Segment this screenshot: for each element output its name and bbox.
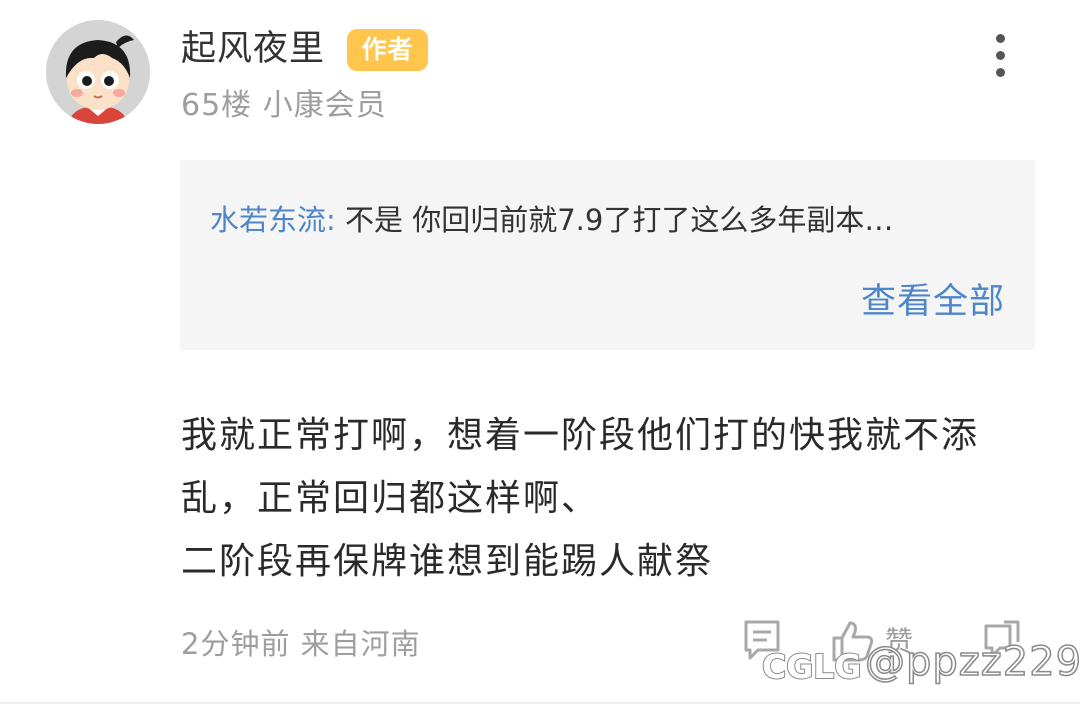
avatar[interactable] [46,20,150,124]
svg-text:CGLG: CGLG [762,647,861,686]
username[interactable]: 起风夜里 [181,26,325,72]
view-all-link[interactable]: 查看全部 [861,280,1005,324]
watermark-logo: CGLG [761,646,862,687]
avatar-cartoon-icon [46,20,150,124]
quote-text: 不是 你回归前就7.9了打了这么多年副本… [345,203,894,237]
quoted-reply[interactable]: 水若东流: 不是 你回归前就7.9了打了这么多年副本… 查看全部 [180,160,1035,350]
more-vertical-icon [984,34,1016,77]
quote-line: 水若东流: 不是 你回归前就7.9了打了这么多年副本… [210,198,1020,242]
more-options-button[interactable] [984,30,1016,80]
content-line: 二阶段再保牌谁想到能踢人献祭 [181,541,714,582]
time-location: 2分钟前 来自河南 [181,627,421,661]
content-line: 我就正常打啊，想着一阶段他们打的快我就不添 [181,415,980,456]
divider [0,702,1080,704]
watermark-handle: @ppzz229 [864,638,1080,686]
floor-and-level: 65楼 小康会员 [181,88,387,123]
author-badge: 作者 [347,29,428,71]
quote-author[interactable]: 水若东流: [210,203,336,237]
content-line: 乱，正常回归都这样啊、 [181,478,600,519]
post-content: 我就正常打啊，想着一阶段他们打的快我就不添 乱，正常回归都这样啊、 二阶段再保牌… [181,404,1041,593]
